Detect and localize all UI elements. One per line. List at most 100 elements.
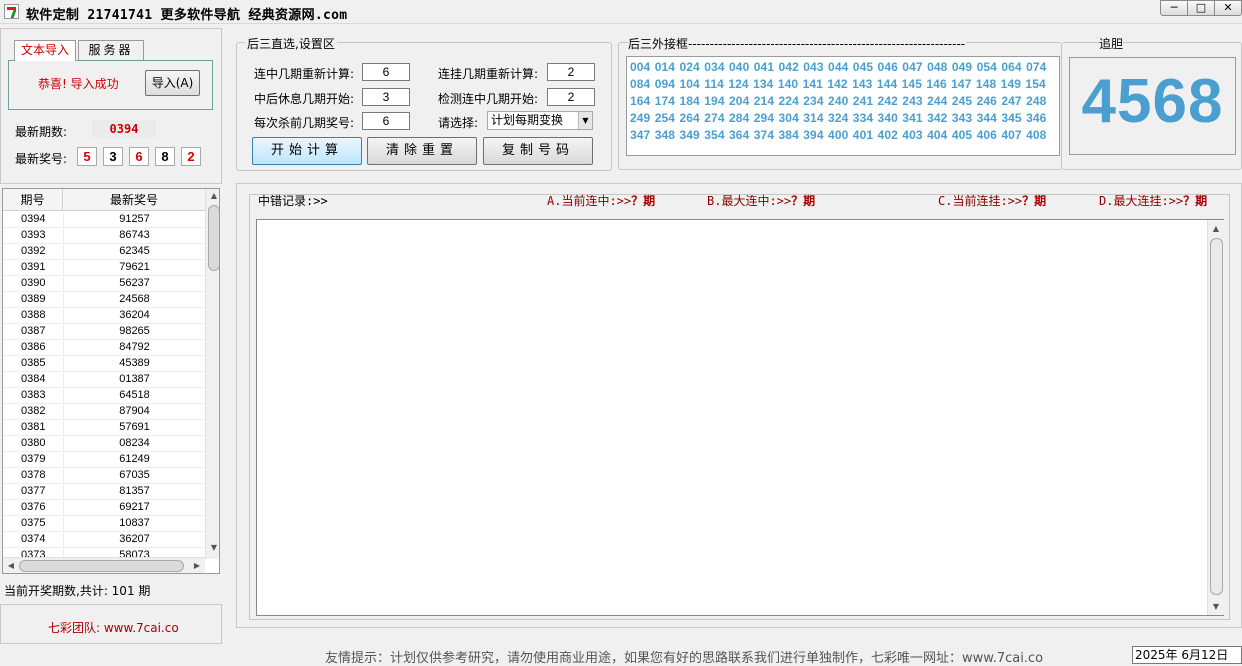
scroll-thumb[interactable] [208,205,219,271]
chevron-down-icon[interactable]: ▼ [578,112,592,129]
issue-cell: 0390 [21,277,46,289]
minimize-button[interactable]: ─ [1160,0,1188,16]
import-status-message: 恭喜! 导入成功 [38,77,119,91]
issue-cell: 0374 [21,533,46,545]
table-row[interactable]: 0394 91257 [3,212,205,228]
history-horizontal-scrollbar[interactable]: ◀ ▶ [3,557,205,573]
number-cell: 01387 [63,373,205,388]
issue-cell: 0387 [21,325,46,337]
number-cell: 98265 [63,325,205,340]
outer-title: 后三外接框-----------------------------------… [628,35,967,52]
issue-cell: 0394 [21,213,46,225]
table-row[interactable]: 0375 10837 [3,516,205,532]
current-hit-streak: A.当前连中:>>？期 [547,192,655,209]
tab-server[interactable]: 服务器 [78,40,144,60]
number-cell: 24568 [63,293,205,308]
issue-cell: 0377 [21,485,46,497]
header-number[interactable]: 最新奖号 [63,189,205,211]
scroll-up-icon[interactable]: ▲ [206,191,219,200]
scroll-left-icon[interactable]: ◀ [3,561,19,570]
settings-title: 后三直选,设置区 [245,35,337,52]
number-cell: 56237 [63,277,205,292]
history-vertical-scrollbar[interactable]: ▲ ▼ [205,189,219,559]
history-table[interactable]: 期号 最新奖号 0394 91257 0393 86743 0392 62345 0391 7… [2,188,220,574]
record-textarea[interactable]: ▲ ▼ [256,219,1224,616]
consecutive-miss-reset-input[interactable]: 2 [547,63,595,81]
detect-hit-start-input[interactable]: 2 [547,88,595,106]
record-vertical-scrollbar[interactable]: ▲ ▼ [1207,220,1224,615]
max-hit-label: B.最大连中:>> [707,194,792,208]
table-row[interactable]: 0374 36207 [3,532,205,548]
table-row[interactable]: 0379 61249 [3,452,205,468]
plan-mode-value: 计划每期变换 [491,113,564,127]
number-cell: 84792 [63,341,205,356]
table-row[interactable]: 0384 01387 [3,372,205,388]
table-row[interactable]: 0385 45389 [3,356,205,372]
current-miss-value: ？期 [1022,194,1047,208]
consecutive-hit-reset-input[interactable]: 6 [362,63,410,81]
max-miss-streak: D.最大连挂:>>？期 [1099,192,1207,209]
table-row[interactable]: 0392 62345 [3,244,205,260]
issue-cell: 0386 [21,341,46,353]
scroll-up-icon[interactable]: ▲ [1208,224,1224,233]
table-row[interactable]: 0391 79621 [3,260,205,276]
max-miss-value: ？期 [1183,194,1208,208]
close-button[interactable]: ✕ [1214,0,1242,16]
table-row[interactable]: 0377 81357 [3,484,205,500]
number-cell: 57691 [63,421,205,436]
scroll-thumb[interactable] [1210,238,1223,595]
latest-issue-value: 0394 [92,120,156,138]
scroll-right-icon[interactable]: ▶ [189,561,205,570]
table-row[interactable]: 0383 64518 [3,388,205,404]
record-label: 中错记录:>> [258,194,328,208]
table-row[interactable]: 0388 36204 [3,308,205,324]
issue-cell: 0383 [21,389,46,401]
current-hit-value: ？期 [631,194,656,208]
issue-cell: 0393 [21,229,46,241]
max-hit-streak: B.最大连中:>>？期 [707,192,815,209]
issue-cell: 0376 [21,501,46,513]
scroll-down-icon[interactable]: ▼ [1208,602,1224,611]
table-row[interactable]: 0382 87904 [3,404,205,420]
number-cell: 81357 [63,485,205,500]
scroll-down-icon[interactable]: ▼ [206,543,219,552]
plan-mode-select[interactable]: 计划每期变换 ▼ [487,111,593,130]
issue-cell: 0388 [21,309,46,321]
row1-right-label: 连挂几期重新计算: [438,67,539,81]
issue-cell: 0380 [21,437,46,449]
table-row[interactable]: 0393 86743 [3,228,205,244]
issue-cell: 0375 [21,517,46,529]
scroll-thumb-horizontal[interactable] [19,560,184,572]
clear-reset-button[interactable]: 清除重置 [367,137,477,165]
number-cell: 36204 [63,309,205,324]
number-cell: 91257 [63,213,205,228]
window-title: 软件定制 21741741 更多软件导航 经典资源网.com [26,8,348,23]
number-cell: 62345 [63,245,205,260]
table-row[interactable]: 0376 69217 [3,500,205,516]
current-hit-label: A.当前连中:>> [547,194,632,208]
table-row[interactable]: 0386 84792 [3,340,205,356]
start-calculation-button[interactable]: 开始计算 [252,137,362,165]
header-issue[interactable]: 期号 [3,189,63,211]
chase-number: 4568 [1081,67,1224,136]
table-row[interactable]: 0380 08234 [3,436,205,452]
table-row[interactable]: 0390 56237 [3,276,205,292]
maximize-button[interactable]: □ [1187,0,1215,16]
number-cell: 08234 [63,437,205,452]
chase-title: 追胆 [1099,35,1124,52]
number-cell: 10837 [63,517,205,532]
table-row[interactable]: 0387 98265 [3,324,205,340]
table-row[interactable]: 0378 67035 [3,468,205,484]
number-cell: 67035 [63,469,205,484]
tab-text-import[interactable]: 文本导入 [14,40,76,61]
import-button[interactable]: 导入(A) [145,70,200,96]
kill-previous-input[interactable]: 6 [362,112,410,130]
date-picker[interactable]: 2025年 6月12日 [1132,646,1242,664]
number-cell: 79621 [63,261,205,276]
rest-after-hit-input[interactable]: 3 [362,88,410,106]
table-row[interactable]: 0381 57691 [3,420,205,436]
max-miss-label: D.最大连挂:>> [1099,194,1184,208]
copy-numbers-button[interactable]: 复制号码 [483,137,593,165]
table-row[interactable]: 0389 24568 [3,292,205,308]
numbers-textbox[interactable]: 004 014 024 034 040 041 042 043 044 045 … [626,56,1060,156]
